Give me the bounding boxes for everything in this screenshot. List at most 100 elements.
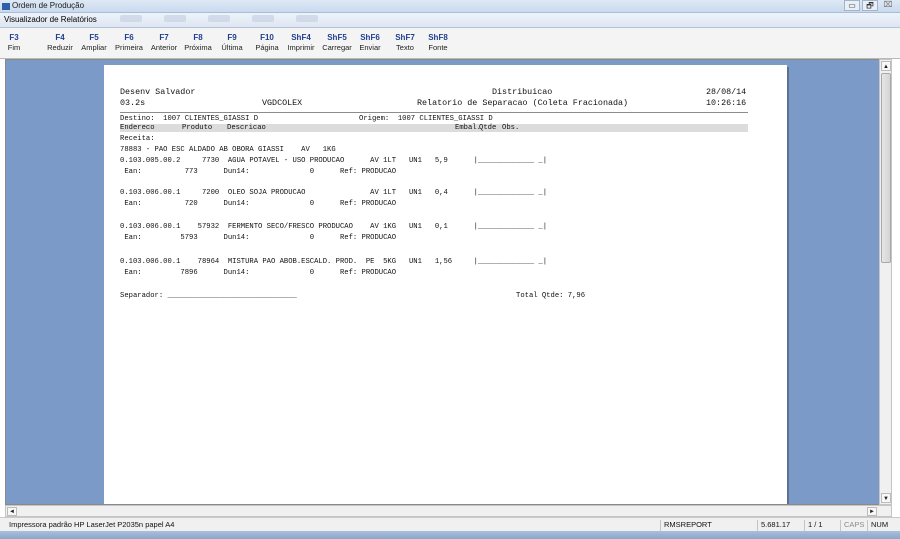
tool-label: Carregar [322,43,352,52]
destino-line: Destino: 1007 CLIENTES_GIASSI D [120,115,259,123]
report-viewport[interactable]: Desenv Salvador 03.2s VGDCOLEX Distribui… [5,59,884,505]
report-page: Desenv Salvador 03.2s VGDCOLEX Distribui… [104,65,787,504]
vertical-scrollbar[interactable]: ▲ ▼ [879,59,892,505]
app-icon [2,3,10,10]
enviar-button[interactable]: ShF6 Enviar [357,32,383,53]
ultima-button[interactable]: F9 Última [219,32,245,53]
blurred-text [252,15,274,22]
report-title: Relatorio de Separacao (Coleta Fracionad… [417,98,629,108]
tool-label: Texto [396,43,414,52]
tool-label: Primeira [115,43,143,52]
scroll-left-arrow-icon[interactable]: ◄ [7,507,17,516]
pagina-button[interactable]: F10 Página [252,32,282,53]
tool-label: Anterior [150,43,178,52]
tool-label: Reduzir [47,43,73,52]
window-controls: ▭ 🗗 ⌧ [844,0,896,11]
blurred-text [164,15,186,22]
inner-title-bar: Visualizador de Relatórios [0,13,900,28]
version-number: 5.681.17 [757,520,803,531]
close-button[interactable]: ⌧ [880,0,896,11]
origem-line: Origem: 1007 CLIENTES_GIASSI D [359,115,493,123]
tool-label: Enviar [359,43,381,52]
tool-key: F5 [89,33,99,42]
company-name: Desenv Salvador [120,87,196,97]
col-qtde: Qtde [479,124,497,132]
total-qtde: Total Qtde: 7,96 [516,292,586,300]
receita-label: Receita: [120,135,155,143]
item-line: 0.103.006.00.1 57932 FERMENTO SECO/FRESC… [120,223,548,231]
item-ean-line: Ean: 5793 Dun14: 0 Ref: PRODUCAO [120,234,397,242]
item-line: 0.103.005.00.2 7730 AGUA POTAVEL - USO P… [120,157,548,165]
tool-label: Fonte [428,43,448,52]
anterior-button[interactable]: F7 Anterior [148,32,180,53]
caps-indicator: CAPS [840,520,866,531]
blurred-title-area [120,15,318,22]
imprimir-button[interactable]: ShF4 Imprimir [285,32,317,53]
item-ean-line: Ean: 720 Dun14: 0 Ref: PRODUCAO [120,200,397,208]
tool-key: F10 [260,33,274,42]
texto-button[interactable]: ShF7 Texto [392,32,418,53]
page-indicator: 1 / 1 [804,520,838,531]
program-code: VGDCOLEX [262,98,303,108]
blurred-text [120,15,142,22]
scroll-down-arrow-icon[interactable]: ▼ [881,493,891,503]
item-line: 0.103.006.00.1 7200 OLEO SOJA PRODUCAO A… [120,189,548,197]
tool-label: Página [255,43,279,52]
inner-window-title: Visualizador de Relatórios [4,15,97,24]
blurred-text [208,15,230,22]
receita-line: 78883 - PAO ESC ALDADO AB OBORA GIASSI A… [120,146,336,154]
tool-label: Última [221,43,243,52]
separador-line: Separador: _____________________________… [120,292,297,300]
tool-key: F7 [159,33,169,42]
tool-key: ShF7 [395,33,415,42]
col-endereco: Endereco [120,124,155,132]
tool-key: ShF4 [291,33,311,42]
tool-key: ShF6 [360,33,380,42]
scroll-up-arrow-icon[interactable]: ▲ [881,61,891,71]
item-line: 0.103.006.00.1 78964 MISTURA PAO ABOB.ES… [120,258,548,266]
outer-title-bar: Ordem de Produção ▭ 🗗 ⌧ [0,0,900,13]
item-ean-line: Ean: 7896 Dun14: 0 Ref: PRODUCAO [120,269,397,277]
blurred-text [296,15,318,22]
fonte-button[interactable]: ShF8 Fonte [425,32,451,53]
item-ean-line: Ean: 773 Dun14: 0 Ref: PRODUCAO [120,168,397,176]
carregar-button[interactable]: ShF5 Carregar [320,32,354,53]
ampliar-button[interactable]: F5 Ampliar [80,32,108,53]
vertical-scroll-thumb[interactable] [881,73,891,263]
primeira-button[interactable]: F6 Primeira [114,32,144,53]
col-produto: Produto [182,124,213,132]
scroll-right-arrow-icon[interactable]: ► [867,507,877,516]
tool-key: F6 [124,33,134,42]
module-name: RMSREPORT [660,520,756,531]
tool-label: Próxima [184,43,212,52]
tool-key: F8 [193,33,203,42]
header-rule [120,112,748,113]
tool-label: Imprimir [287,43,315,52]
department: Distribuicao [492,87,553,97]
horizontal-scrollbar[interactable]: ◄ ► [5,505,892,517]
restore-button[interactable]: 🗗 [862,0,878,11]
report-date: 28/08/14 [706,87,747,97]
tool-key: F3 [9,33,19,42]
printer-status: Impressora padrão HP LaserJet P2035n pap… [9,520,175,529]
report-toolbar: F3 Fim F4 Reduzir F5 Ampliar F6 Primeira… [0,28,900,59]
fim-button[interactable]: F3 Fim [4,32,24,53]
tool-key: ShF8 [428,33,448,42]
tool-key: ShF5 [327,33,347,42]
col-descricao: Descricao [227,124,266,132]
column-header-band [120,124,748,132]
num-indicator: NUM [867,520,895,531]
col-obs: Obs. [502,124,520,132]
branch-code: 03.2s [120,98,146,108]
tool-label: Fim [7,43,21,52]
minimize-button[interactable]: ▭ [844,0,860,11]
outer-window-title: Ordem de Produção [12,1,85,10]
tool-label: Ampliar [81,43,107,52]
taskbar-strip [0,531,900,539]
reduzir-button[interactable]: F4 Reduzir [46,32,74,53]
tool-key: F4 [55,33,65,42]
proxima-button[interactable]: F8 Próxima [183,32,213,53]
col-embal: Embal. [455,124,481,132]
status-bar: Impressora padrão HP LaserJet P2035n pap… [0,517,900,531]
report-time: 10:26:16 [706,98,747,108]
